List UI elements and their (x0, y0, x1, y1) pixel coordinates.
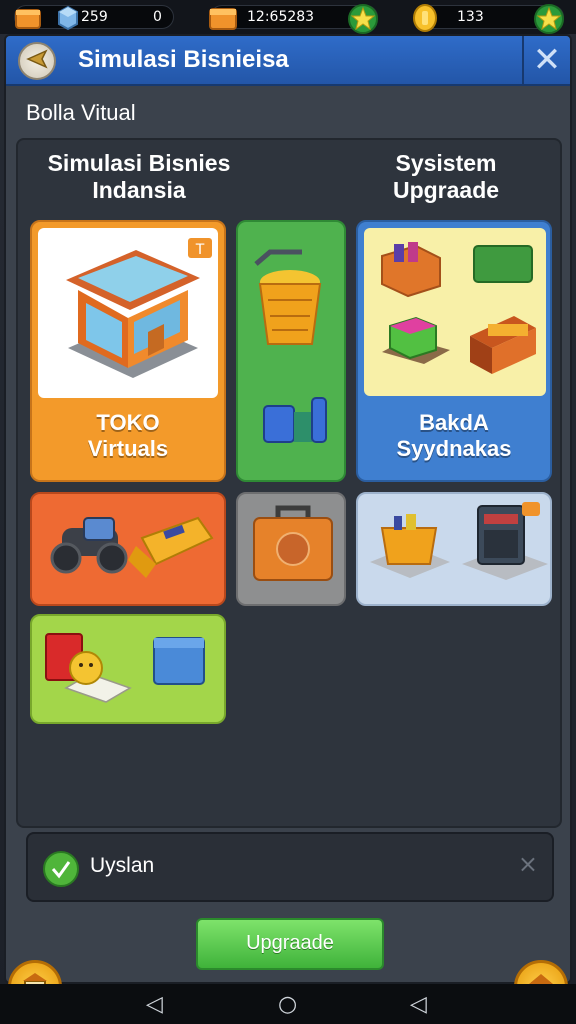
resource-coins[interactable]: 133 (413, 4, 564, 34)
section-title-upgrade: Sysistem Upgraade (392, 150, 500, 203)
orange-crate-icon (209, 8, 237, 30)
nav-recent-icon[interactable]: ◁ (410, 992, 427, 1017)
resource-bar: 259 0 12:65283 133 (0, 0, 576, 34)
main-panel: Simulasi Bisnieisa ✕ Bolla Vitual Simula… (4, 34, 572, 984)
nav-back-icon[interactable]: ◁ (146, 992, 163, 1017)
card-goods[interactable] (30, 614, 226, 724)
card-label: BakdA Syydnakas (396, 410, 512, 461)
resource-value: 133 (457, 9, 484, 25)
store-icon: T (66, 238, 212, 378)
resource-value: 12:65283 (247, 9, 315, 25)
upgrade-button[interactable]: Upgraade (196, 918, 384, 970)
resource-value: 259 (81, 9, 108, 25)
orange-crate-icon (15, 9, 41, 29)
panel-header: Simulasi Bisnieisa ✕ (6, 36, 570, 86)
panel-subtitle: Bolla Vitual (26, 100, 136, 125)
card-toko-virtuals[interactable]: T TOKO Virtuals (30, 220, 226, 482)
section-title-business: Simulasi Bisnies Indansia (47, 150, 231, 203)
boxes-icon (45, 633, 205, 703)
back-button[interactable] (18, 42, 56, 80)
panel-title: Simulasi Bisnieisa (78, 46, 289, 73)
green-star-icon (348, 4, 378, 34)
card-image (364, 228, 546, 396)
card-label: TOKO Virtuals (87, 410, 169, 461)
svg-text:T: T (195, 242, 205, 258)
nav-home-icon[interactable]: ○ (278, 992, 297, 1017)
game-screen: 259 0 12:65283 133 Simulasi Bisnieisa ✕ … (0, 0, 576, 1024)
upgrade-items-icon (381, 242, 536, 374)
card-lunchbox[interactable] (236, 492, 346, 606)
car-parts-icon (50, 516, 214, 578)
check-shield-icon (43, 851, 79, 887)
card-vehicles[interactable] (30, 492, 226, 606)
content-area: Simulasi Bisnies Indansia Sysistem Upgraad… (16, 138, 562, 828)
resource-crate[interactable]: 259 0 (14, 5, 174, 31)
status-label: Uyslan (90, 854, 155, 877)
arrow-left-icon (26, 49, 48, 69)
toolbox-icon (253, 505, 333, 581)
card-bakda-syydnakas[interactable]: BakdA Syydnakas (356, 220, 552, 482)
close-button[interactable]: ✕ (522, 36, 570, 86)
card-shopping[interactable] (236, 220, 346, 482)
system-nav-bar: ◁ ○ ◁ (0, 984, 576, 1024)
baskets-icon (370, 502, 548, 580)
resource-time[interactable]: 12:65283 (209, 4, 378, 34)
card-storage[interactable] (356, 492, 552, 606)
card-image: T (38, 228, 218, 398)
blue-cube-icon (58, 5, 78, 31)
status-bar: Uyslan × (26, 832, 554, 902)
resource-value: 0 (153, 9, 162, 25)
dismiss-status-button[interactable]: × (518, 850, 538, 878)
basket-icon (254, 249, 327, 443)
green-star-icon (534, 4, 564, 34)
gold-coin-icon (413, 4, 437, 32)
